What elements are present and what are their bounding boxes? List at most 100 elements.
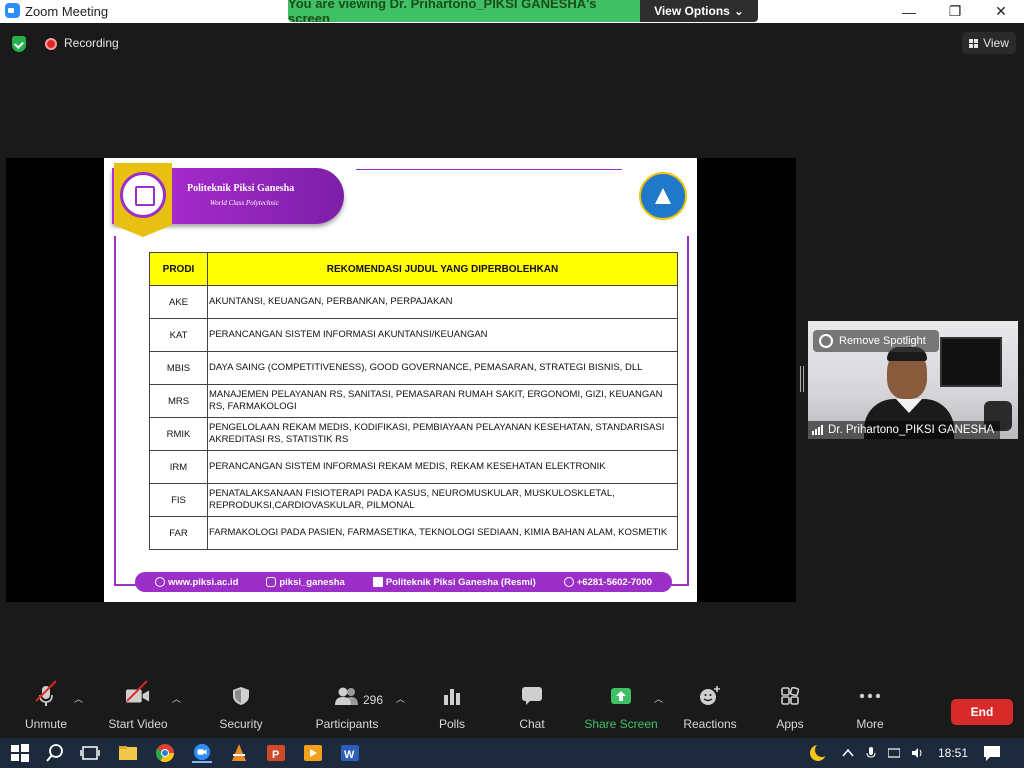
viewing-banner: You are viewing Dr. Prihartono_PIKSI GAN…: [288, 0, 758, 22]
more-dots-icon: [859, 680, 881, 712]
share-screen-icon: [610, 680, 632, 712]
view-options-button[interactable]: View Options ⌄: [640, 0, 758, 22]
unmute-label: Unmute: [24, 717, 68, 731]
recording-label: Recording: [64, 36, 119, 50]
volume-icon[interactable]: [911, 747, 923, 759]
table-row: IRM PERANCANGAN SISTEM INFORMASI REKAM ME…: [149, 450, 678, 484]
tray-chevron-up-icon[interactable]: [842, 747, 854, 759]
prodi-topics: FARMAKOLOGI PADA PASIEN, FARMASETIKA, TE…: [207, 516, 678, 550]
prodi-code: MRS: [149, 384, 208, 418]
polls-button[interactable]: Polls: [436, 680, 468, 738]
view-label: View: [983, 36, 1009, 50]
table-row: KAT PERANCANGAN SISTEM INFORMASI AKUNTANS…: [149, 318, 678, 352]
unmute-button[interactable]: Unmute: [22, 680, 70, 738]
zoom-window: Zoom Meeting You are viewing Dr. Prihart…: [0, 0, 1024, 768]
participants-icon: [334, 680, 360, 712]
apps-label: Apps: [776, 717, 804, 731]
view-button[interactable]: View: [962, 32, 1016, 54]
prodi-code: FAR: [149, 516, 208, 550]
chevron-down-icon: ⌄: [733, 4, 744, 18]
globe-icon: [154, 577, 165, 587]
search-icon[interactable]: [45, 743, 65, 763]
microphone-muted-icon: [35, 680, 57, 712]
table-row: FAR FARMAKOLOGI PADA PASIEN, FARMASETIKA,…: [149, 516, 678, 550]
prodi-topics: PERANCANGAN SISTEM INFORMASI AKUNTANSI/K…: [207, 318, 678, 352]
prodi-topics: PENATALAKSANAAN FISIOTERAPI PADA KASUS, …: [207, 483, 678, 517]
task-view-icon[interactable]: [80, 743, 100, 763]
footer-whatsapp: +6281-5602-7000: [563, 577, 652, 588]
camera-off-icon: [126, 680, 150, 712]
close-button[interactable]: ✕: [978, 0, 1024, 23]
prodi-code: KAT: [149, 318, 208, 352]
meeting-toolbar: Unmute ︿ Start Video ︿ Security Particip…: [0, 680, 1024, 738]
whatsapp-icon: [563, 577, 574, 587]
smiley-plus-icon: [699, 680, 721, 712]
participants-count: 296: [363, 693, 384, 707]
vlc-icon[interactable]: [229, 743, 249, 763]
encryption-shield-icon[interactable]: [12, 36, 26, 52]
piksi-logo-icon: [114, 163, 172, 237]
apps-icon: [781, 680, 799, 712]
weather-moon-icon[interactable]: [808, 743, 828, 763]
apps-button[interactable]: Apps: [773, 680, 807, 738]
window-controls: — ❐ ✕: [886, 0, 1024, 23]
security-button[interactable]: Security: [217, 680, 265, 738]
chat-label: Chat: [519, 717, 545, 731]
remove-spotlight-label: Remove Spotlight: [839, 335, 926, 347]
table-row: AKE AKUNTANSI, KEUANGAN, PERBANKAN, PERPA…: [149, 285, 678, 319]
audio-options-caret-icon[interactable]: ︿: [74, 692, 83, 705]
taskbar-clock[interactable]: 18:51: [938, 746, 968, 760]
start-video-button[interactable]: Start Video: [106, 680, 170, 738]
shield-icon: [232, 680, 250, 712]
file-explorer-icon[interactable]: [118, 743, 138, 763]
participant-name-tag: Dr. Prihartono_PIKSI GANESHA: [808, 421, 1001, 439]
header-divider: [356, 169, 622, 170]
table-header-row: PRODI REKOMENDASI JUDUL YANG DIPERBOLEHK…: [149, 252, 678, 286]
header-subtitle: World Class Polytechnic: [210, 199, 279, 207]
more-button[interactable]: More: [854, 680, 886, 738]
header-prodi: PRODI: [149, 252, 208, 286]
prodi-topics: AKUNTANSI, KEUANGAN, PERBANKAN, PERPAJAK…: [207, 285, 678, 319]
end-meeting-button[interactable]: End: [951, 699, 1013, 725]
participants-label: Participants: [315, 717, 379, 731]
maximize-button[interactable]: ❐: [932, 0, 978, 23]
grid-view-icon: [969, 38, 979, 48]
zoom-app-icon: [5, 3, 20, 18]
viewing-message: You are viewing Dr. Prihartono_PIKSI GAN…: [288, 0, 640, 22]
header-recommendation: REKOMENDASI JUDUL YANG DIPERBOLEHKAN: [207, 252, 678, 286]
powerpoint-icon[interactable]: P: [266, 743, 286, 763]
chat-button[interactable]: Chat: [516, 680, 548, 738]
share-options-caret-icon[interactable]: ︿: [654, 692, 663, 705]
security-label: Security: [219, 717, 263, 731]
table-row: MRS MANAJEMEN PELAYANAN RS, SANITASI, PEM…: [149, 384, 678, 418]
minimize-button[interactable]: —: [886, 0, 932, 23]
windows-start-icon[interactable]: [10, 743, 30, 763]
window-title: Zoom Meeting: [25, 4, 109, 19]
instagram-icon: [266, 577, 277, 587]
presentation-slide: Politeknik Piksi Ganesha World Class Pol…: [104, 158, 697, 602]
prodi-topics: PERANCANGAN SISTEM INFORMASI REKAM MEDIS…: [207, 450, 678, 484]
panel-resize-handle[interactable]: [800, 366, 804, 392]
chrome-icon[interactable]: [155, 743, 175, 763]
share-screen-button[interactable]: Share Screen: [584, 680, 658, 738]
participant-name: Dr. Prihartono_PIKSI GANESHA: [828, 424, 995, 436]
participants-button[interactable]: Participants: [314, 680, 380, 738]
share-screen-label: Share Screen: [584, 717, 658, 731]
network-icon[interactable]: [888, 747, 900, 759]
footer-facebook: Politeknik Piksi Ganesha (Resmi): [372, 577, 536, 588]
svg-text:P: P: [272, 749, 279, 761]
zoom-taskbar-icon[interactable]: [192, 743, 212, 763]
reactions-button[interactable]: Reactions: [682, 680, 738, 738]
slide-footer: www.piksi.ac.id piksi_ganesha Politeknik…: [135, 572, 672, 592]
prodi-topics: PENGELOLAAN REKAM MEDIS, KODIFIKASI, PEM…: [207, 417, 678, 451]
media-player-icon[interactable]: [303, 743, 323, 763]
video-options-caret-icon[interactable]: ︿: [172, 692, 181, 705]
notifications-icon[interactable]: [982, 743, 1002, 763]
participants-caret-icon[interactable]: ︿: [396, 692, 405, 705]
word-icon[interactable]: W: [340, 743, 360, 763]
start-video-label: Start Video: [108, 717, 168, 731]
tray-microphone-icon[interactable]: [865, 747, 877, 759]
remove-spotlight-button[interactable]: Remove Spotlight: [813, 330, 939, 352]
table-row: MBIS DAYA SAING (COMPETITIVENESS), GOOD G…: [149, 351, 678, 385]
prodi-topics: DAYA SAING (COMPETITIVENESS), GOOD GOVER…: [207, 351, 678, 385]
